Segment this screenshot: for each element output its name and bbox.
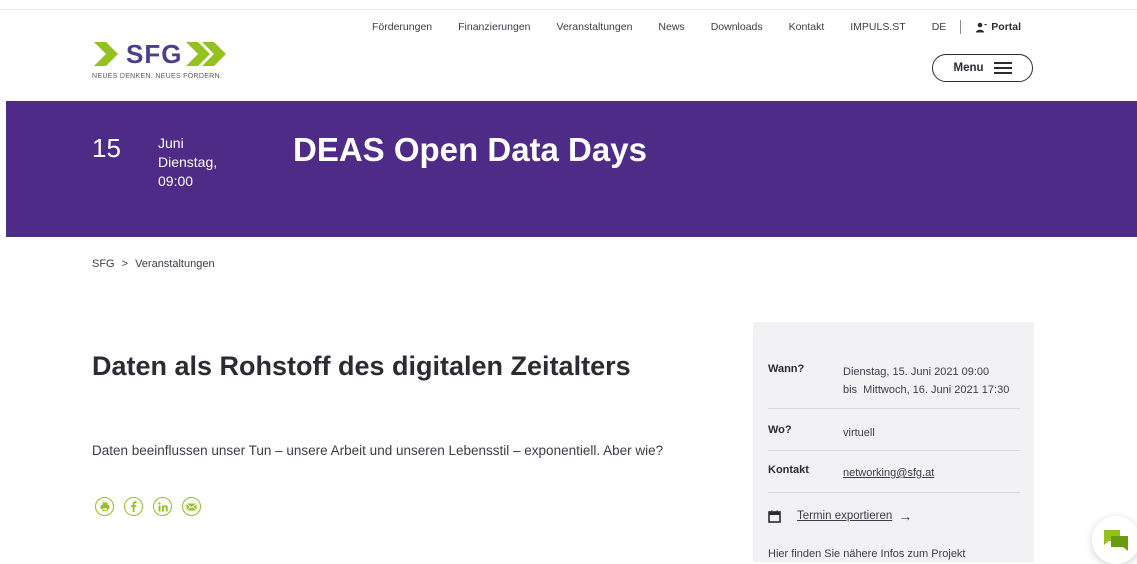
logo-double-chevron-icon xyxy=(186,42,227,66)
calendar-icon xyxy=(768,510,781,523)
contact-row: Kontakt networking@sfg.at xyxy=(768,464,934,482)
event-weekday: Dienstag, xyxy=(158,154,218,170)
portal-label: Portal xyxy=(991,21,1022,33)
print-icon[interactable] xyxy=(95,497,114,516)
chat-icon xyxy=(1104,530,1128,551)
facebook-icon[interactable] xyxy=(124,497,143,516)
nav-item-downloads[interactable]: Downloads xyxy=(711,21,763,33)
event-hero-banner: 15 Juni Dienstag, 09:00 DEAS Open Data D… xyxy=(6,101,1137,237)
where-row: Wo? virtuell xyxy=(768,424,875,442)
chat-button[interactable] xyxy=(1092,516,1137,564)
logo-tagline: NEUES DENKEN. NEUES FÖRDERN. xyxy=(92,73,223,80)
menu-label: Menu xyxy=(953,62,984,74)
top-divider xyxy=(0,9,1137,10)
menu-button[interactable]: Menu xyxy=(932,54,1033,82)
where-value: virtuell xyxy=(843,427,875,439)
arrow-right-icon: → xyxy=(898,508,913,524)
nav-item-veranstaltungen[interactable]: Veranstaltungen xyxy=(557,21,633,33)
contact-email-link[interactable]: networking@sfg.at xyxy=(843,464,934,482)
info-divider xyxy=(768,492,1020,493)
when-end: bis Mittwoch, 16. Juni 2021 17:30 xyxy=(843,384,1010,396)
top-navigation: Förderungen Finanzierungen Veranstaltung… xyxy=(372,20,1047,34)
linkedin-icon[interactable] xyxy=(153,497,172,516)
event-day: 15 xyxy=(92,133,121,163)
logo-wordmark: SFG xyxy=(126,38,183,69)
user-icon xyxy=(976,22,987,32)
export-event-link[interactable]: Termin exportieren → xyxy=(768,508,912,524)
nav-item-impuls[interactable]: IMPULS.ST xyxy=(850,21,905,33)
breadcrumb: SFG > Veranstaltungen xyxy=(92,258,215,270)
article-headline: Daten als Rohstoff des digitalen Zeitalt… xyxy=(92,351,631,381)
article-lead: Daten beeinflussen unser Tun – unsere Ar… xyxy=(92,443,664,458)
logo-chevron-icon xyxy=(94,42,118,66)
breadcrumb-separator: > xyxy=(121,258,129,270)
where-label: Wo? xyxy=(768,424,792,436)
language-switch[interactable]: DE xyxy=(932,21,947,33)
project-info-text: Hier finden Sie nähere Infos zum Projekt xyxy=(768,548,966,560)
hamburger-icon xyxy=(993,59,1012,78)
event-date-details: Juni Dienstag, 09:00 xyxy=(158,134,217,191)
when-value: Dienstag, 15. Juni 2021 09:00 bis Mittwo… xyxy=(843,363,1009,399)
when-start: Dienstag, 15. Juni 2021 09:00 xyxy=(843,366,990,378)
nav-divider xyxy=(960,20,962,34)
share-bar xyxy=(95,497,201,516)
email-icon[interactable] xyxy=(182,497,201,516)
nav-item-news[interactable]: News xyxy=(658,21,684,33)
sfg-logo[interactable]: SFG NEUES DENKEN. NEUES FÖRDERN. xyxy=(92,37,230,80)
breadcrumb-home[interactable]: SFG xyxy=(92,258,115,270)
breadcrumb-current[interactable]: Veranstaltungen xyxy=(135,258,215,270)
event-info-box: Wann? Dienstag, 15. Juni 2021 09:00 bis … xyxy=(753,322,1034,562)
event-time: 09:00 xyxy=(158,173,194,189)
info-divider xyxy=(768,408,1020,409)
contact-label: Kontakt xyxy=(768,464,809,476)
nav-item-kontakt[interactable]: Kontakt xyxy=(789,21,825,33)
export-label: Termin exportieren xyxy=(797,510,893,522)
event-month: Juni xyxy=(158,135,184,151)
when-row: Wann? Dienstag, 15. Juni 2021 09:00 bis … xyxy=(768,363,1009,399)
event-title: DEAS Open Data Days xyxy=(293,131,647,168)
info-divider xyxy=(768,450,1020,451)
portal-link[interactable]: Portal xyxy=(975,21,1047,33)
when-label: Wann? xyxy=(768,363,805,375)
nav-item-finanzierungen[interactable]: Finanzierungen xyxy=(458,21,530,33)
nav-item-foerderungen[interactable]: Förderungen xyxy=(372,21,432,33)
